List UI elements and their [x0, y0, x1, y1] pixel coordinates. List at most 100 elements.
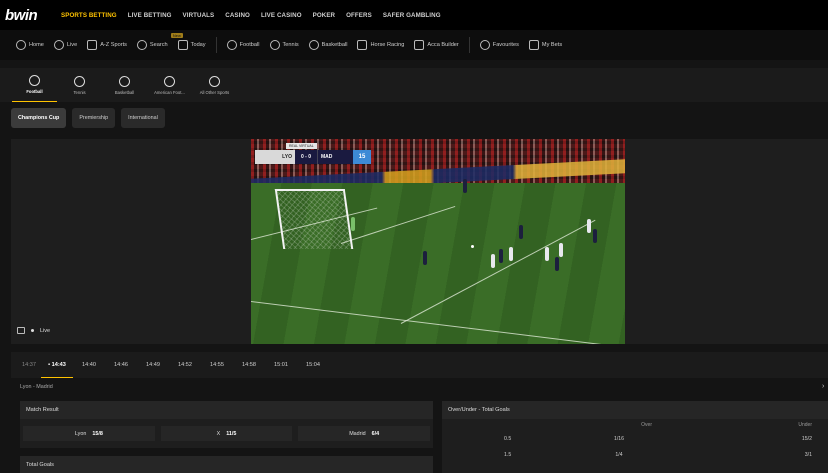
tab-all-other-sports[interactable]: All Other Sports [192, 68, 237, 102]
subnav-horse-racing-label: Horse Racing [370, 42, 405, 48]
timeline-slot[interactable]: 14:40 [73, 352, 105, 378]
timeline-slot[interactable]: 14:37 [17, 352, 41, 378]
bwin-logo[interactable]: bwin [5, 7, 61, 24]
subnav-acca-label: Acca Builder [427, 42, 459, 48]
subnav-today-label: Today [190, 42, 206, 48]
subnav-acca-builder[interactable]: Acca Builder [414, 40, 459, 50]
player [587, 219, 591, 233]
video-controls: Live [17, 327, 50, 334]
column-under: Under [798, 422, 812, 428]
star-icon [479, 40, 490, 50]
nav-live-casino[interactable]: LIVE CASINO [261, 12, 302, 19]
subnav-tennis[interactable]: Tennis [269, 40, 299, 50]
outcome-odds: 11/5 [226, 430, 237, 437]
subnav-today[interactable]: Today [177, 40, 206, 50]
home-icon [16, 40, 26, 50]
divider [468, 37, 470, 53]
total-goals-title[interactable]: Total Goals [20, 456, 433, 473]
tennis-icon [269, 40, 280, 50]
nav-poker[interactable]: POKER [313, 12, 336, 19]
subnav-favourites[interactable]: Favourites [479, 40, 519, 50]
odds-button-home[interactable]: Lyon 15/8 [23, 426, 155, 441]
nav-sports-betting[interactable]: SPORTS BETTING [61, 12, 117, 19]
tab-american-football[interactable]: American Foot... [147, 68, 192, 102]
player [423, 251, 427, 265]
nav-casino[interactable]: CASINO [225, 12, 250, 19]
odds-under[interactable]: 15/2 [652, 436, 812, 442]
goal-net [274, 189, 354, 249]
football-icon [226, 40, 237, 50]
new-badge: New [170, 33, 183, 38]
match-result-odds-row: Lyon 15/8 X 11/5 Madrid 6/4 [20, 424, 433, 443]
subnav-home-label: Home [29, 42, 44, 48]
pill-international[interactable]: International [121, 108, 165, 128]
odds-button-draw[interactable]: X 11/5 [160, 426, 293, 441]
match-result-title: Match Result [20, 401, 433, 419]
pitch-line [400, 219, 596, 324]
subnav-home[interactable]: Home [16, 40, 44, 50]
subnav-live[interactable]: Live [53, 40, 77, 50]
player [499, 249, 503, 263]
horse-racing-icon [357, 40, 368, 50]
player [559, 243, 563, 257]
scorebug: LYO 0 - 0 MAD 15 [255, 150, 371, 164]
timeline-slot[interactable]: 14:52 [169, 352, 201, 378]
subnav-my-bets[interactable]: My Bets [528, 40, 562, 50]
timeline-slot[interactable]: 14:46 [105, 352, 137, 378]
column-over: Over [641, 422, 652, 428]
subnav-tennis-label: Tennis [282, 42, 299, 48]
top-nav-links: SPORTS BETTING LIVE BETTING VIRTUALS CAS… [61, 12, 452, 19]
tab-tennis[interactable]: Tennis [57, 68, 102, 102]
event-timeline: 14:37 • 14:43 14:40 14:46 14:49 14:52 14… [11, 352, 828, 378]
chevron-right-icon[interactable]: › [822, 383, 828, 391]
timeline-slot[interactable]: 15:01 [265, 352, 297, 378]
outcome-name: Lyon [74, 430, 87, 437]
subnav-basketball[interactable]: Basketball [308, 40, 347, 50]
tab-basketball[interactable]: Basketball [102, 68, 147, 102]
player [545, 247, 549, 261]
pill-champions-cup[interactable]: Champions Cup [11, 108, 67, 128]
tab-football[interactable]: Football [12, 68, 57, 102]
timeline-slot[interactable]: 14:49 [137, 352, 169, 378]
subnav-a-z-label: A-Z Sports [100, 42, 127, 48]
nav-offers[interactable]: OFFERS [346, 12, 372, 19]
pitch-line [251, 301, 623, 344]
over-under-row: 0.5 1/16 15/2 [442, 431, 828, 447]
odds-over[interactable]: 1/16 [512, 436, 652, 442]
pill-premiership[interactable]: Premiership [72, 108, 116, 128]
basketball-icon [119, 75, 130, 87]
player [491, 254, 495, 268]
subnav-a-z-sports[interactable]: A-Z Sports [87, 40, 127, 50]
basketball-icon [308, 40, 319, 50]
sub-navigation-bar: Home Live A-Z Sports Search New Today Foo… [0, 30, 828, 60]
match-label: Lyon - Madrid [20, 384, 53, 390]
nav-live-betting[interactable]: LIVE BETTING [128, 12, 172, 19]
nav-virtuals[interactable]: VIRTUALS [183, 12, 215, 19]
tennis-icon [74, 75, 85, 87]
odds-over[interactable]: 1/4 [512, 452, 652, 458]
goal-line: 1.5 [504, 452, 512, 458]
timeline-slot-active[interactable]: • 14:43 [41, 352, 73, 378]
subnav-horse-racing[interactable]: Horse Racing [357, 40, 404, 50]
top-navigation-bar: bwin SPORTS BETTING LIVE BETTING VIRTUAL… [0, 0, 828, 30]
tab-all-other-label: All Other Sports [199, 89, 230, 95]
subnav-football[interactable]: Football [226, 40, 260, 50]
tab-tennis-label: Tennis [73, 89, 86, 95]
odds-button-away[interactable]: Madrid 6/4 [298, 426, 431, 441]
sport-tabs: Football Tennis Basketball American Foot… [0, 68, 828, 102]
subnav-search[interactable]: Search New [136, 33, 183, 50]
live-dot-icon [31, 329, 34, 332]
timeline-slot[interactable]: 15:04 [297, 352, 329, 378]
search-icon [136, 40, 147, 50]
player [519, 225, 523, 239]
nav-safer-gambling[interactable]: SAFER GAMBLING [383, 12, 441, 19]
video-stream[interactable]: REAL VIRTUAL LYO 0 - 0 MAD 15 [251, 139, 625, 344]
player [463, 179, 467, 193]
timeline-slot[interactable]: 14:55 [201, 352, 233, 378]
live-icon [53, 40, 64, 50]
volume-icon[interactable] [17, 327, 25, 334]
timeline-slot[interactable]: 14:58 [233, 352, 265, 378]
odds-under[interactable]: 3/1 [652, 452, 812, 458]
outcome-odds: 15/8 [92, 430, 103, 437]
goalkeeper [351, 217, 355, 231]
